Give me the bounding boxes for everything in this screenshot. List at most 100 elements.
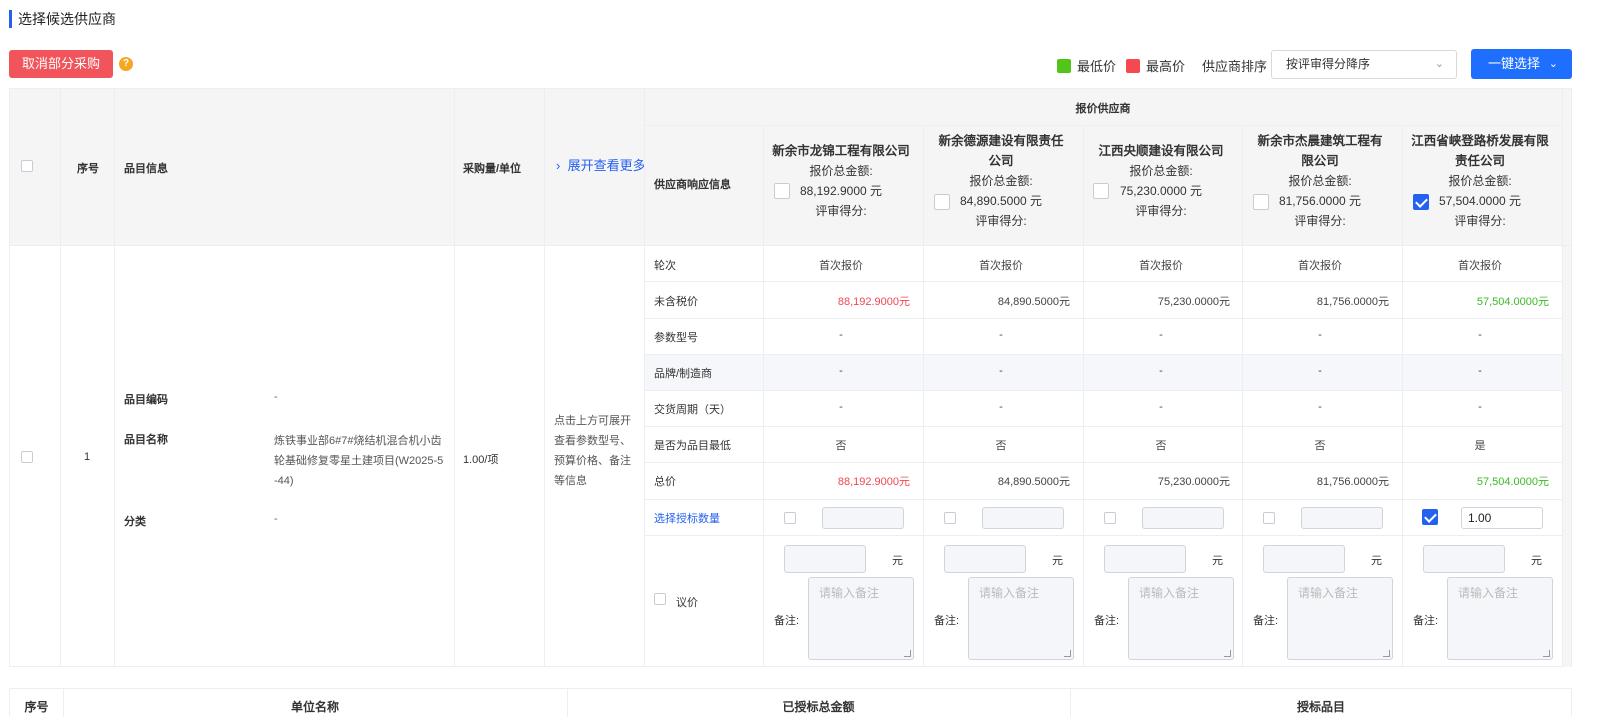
total-cell: 57,504.0000元 [1476,476,1549,488]
expand-more-link[interactable]: › 展开查看更多 [556,155,644,174]
supplier-checkbox[interactable] [1093,183,1109,199]
negotiate-price-input[interactable] [1423,545,1505,573]
category: - [274,513,278,525]
yuan-unit: 元 [1531,555,1542,567]
category-label: 分类 [124,516,146,528]
round-cell: 首次报价 [1458,260,1502,272]
legend-lowest-label: 最低价 [1077,59,1117,74]
brand-cell: - [1318,365,1322,377]
chevron-down-icon: ⌄ [1548,58,1558,70]
delivery-cell: - [1318,401,1322,413]
supplier-score-label: 评审得分: [975,214,1027,228]
bottom-header-unit-name: 单位名称 [290,700,339,714]
negotiate-price-input[interactable] [944,545,1026,573]
row-label-total: 总价 [654,476,676,488]
header-quote-suppliers: 报价供应商 [1075,103,1131,115]
supplier-name: 新余市龙锦工程有限公司 [772,144,910,158]
one-click-select-button[interactable]: 一键选择 ⌄ [1471,49,1572,79]
round-cell: 首次报价 [819,260,863,272]
award-qty-input[interactable] [1301,507,1383,529]
round-cell: 首次报价 [1139,260,1183,272]
remark-textarea[interactable]: 请输入备注 [1128,577,1234,660]
bottom-header-index: 序号 [24,700,49,714]
supplier-name: 江西央顺建设有限公司 [1098,144,1224,158]
negotiate-price-input[interactable] [1104,545,1186,573]
total-cell: 84,890.5000元 [997,476,1070,488]
model-cell: - [1478,329,1482,341]
yuan-unit: 元 [892,555,903,567]
supplier-checkbox[interactable] [1413,194,1429,210]
page-title: 选择候选供应商 [9,10,116,28]
supplier-checkbox[interactable] [1253,194,1269,210]
delivery-cell: - [1478,401,1482,413]
sort-label: 供应商排序 [1202,59,1268,74]
round-cell: 首次报价 [1298,260,1342,272]
remark-textarea[interactable]: 请输入备注 [1287,577,1393,660]
supplier-header: 新余市龙锦工程有限公司 报价总金额: 88,192.9000 元 评审得分: [763,141,919,221]
delivery-cell: - [839,401,843,413]
negotiate-price-input[interactable] [1263,545,1345,573]
delivery-cell: - [999,401,1003,413]
brand-cell: - [839,365,843,377]
scrollbar-track[interactable] [1562,245,1571,667]
award-checkbox[interactable] [1263,512,1275,524]
cancel-partial-purchase-button[interactable]: 取消部分采购 [9,50,113,78]
model-cell: - [999,329,1003,341]
supplier-score-label: 评审得分: [1135,204,1187,218]
award-checkbox[interactable] [944,512,956,524]
model-cell: - [839,329,843,341]
supplier-score-label: 评审得分: [1454,214,1506,228]
row-label-pretax: 未含税价 [654,296,698,308]
row-label-round: 轮次 [654,260,676,272]
supplier-checkbox[interactable] [934,194,950,210]
select-all-checkbox[interactable] [21,160,33,172]
negotiate-price-input[interactable] [784,545,866,573]
remark-textarea[interactable]: 请输入备注 [808,577,914,660]
remark-textarea[interactable]: 请输入备注 [968,577,1074,660]
highest-price-swatch [1126,58,1140,73]
supplier-name: 江西省峡登路桥发展有限责任公司 [1411,134,1549,168]
remark-textarea[interactable]: 请输入备注 [1447,577,1553,660]
yuan-unit: 元 [1371,555,1382,567]
supplier-sort-select[interactable]: 按评审得分降序 ⌄ [1271,50,1457,79]
round-cell: 首次报价 [979,260,1023,272]
negotiate-checkbox[interactable] [654,593,666,605]
is-lowest-cell: 否 [835,440,847,452]
header-index: 序号 [77,163,99,175]
award-checkbox[interactable] [784,512,796,524]
one-click-select-label: 一键选择 [1488,56,1541,71]
supplier-name: 新余德源建设有限责任公司 [938,134,1064,168]
award-checkbox[interactable] [1422,509,1438,525]
header-qty-unit: 采购量/单位 [463,163,522,175]
brand-cell: - [1159,365,1163,377]
award-qty-input[interactable] [1142,507,1224,529]
remark-label: 备注: [1094,615,1120,627]
sort-select-value: 按评审得分降序 [1286,57,1371,71]
row-label-delivery: 交货周期（天） [654,404,731,416]
brand-cell: - [999,365,1003,377]
lowest-price-swatch [1057,58,1071,73]
award-qty-input[interactable]: 1.00 [1461,507,1543,529]
award-qty-input[interactable] [982,507,1064,529]
delivery-cell: - [1159,401,1163,413]
supplier-checkbox[interactable] [774,183,790,199]
pretax-cell: 88,192.9000元 [837,296,910,308]
header-response-info: 供应商响应信息 [654,179,731,191]
bottom-header-awarded-items: 授标品目 [1296,700,1345,714]
supplier-total-label: 报价总金额: [1129,164,1193,178]
pretax-cell: 75,230.0000元 [1157,296,1230,308]
supplier-header: 江西央顺建设有限公司 报价总金额: 75,230.0000 元 评审得分: [1083,141,1239,221]
row-checkbox[interactable] [21,451,33,463]
award-checkbox[interactable] [1104,512,1116,524]
expand-more-label: 展开查看更多 [567,158,644,173]
model-cell: - [1159,329,1163,341]
supplier-score-label: 评审得分: [1294,214,1346,228]
help-icon[interactable]: ? [119,57,133,71]
pretax-cell: 57,504.0000元 [1476,296,1549,308]
is-lowest-cell: 否 [1314,440,1326,452]
remark-label: 备注: [774,615,800,627]
award-qty-input[interactable] [822,507,904,529]
qty-unit: 1.00/项 [463,454,499,466]
total-cell: 81,756.0000元 [1316,476,1389,488]
row-label-select-qty[interactable]: 选择授标数量 [654,510,720,526]
